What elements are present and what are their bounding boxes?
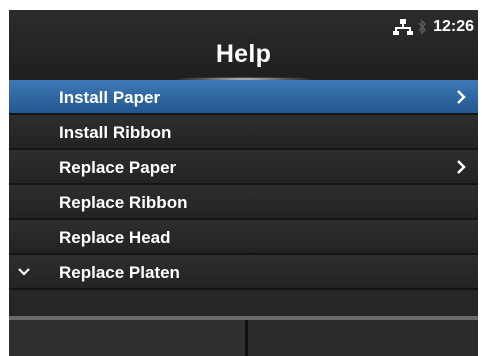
right-soft-key[interactable] <box>248 320 478 356</box>
chevron-right-icon <box>457 90 466 104</box>
network-icon <box>393 19 414 35</box>
menu-item-replace-paper[interactable]: Replace Paper <box>9 150 478 185</box>
menu-item-label: Replace Platen <box>59 263 180 282</box>
menu-item-replace-platen[interactable]: Replace Platen <box>9 255 478 290</box>
menu-item-install-paper[interactable]: Install Paper <box>9 80 478 115</box>
left-soft-key[interactable] <box>9 320 245 356</box>
menu-item-label: Replace Ribbon <box>59 193 188 212</box>
printer-screen: 12:26 Help Install Paper Install Ribbon … <box>9 10 478 356</box>
menu-item-label: Install Ribbon <box>59 123 172 142</box>
chevron-down-icon[interactable] <box>17 267 31 277</box>
menu-item-label: Replace Head <box>59 228 171 247</box>
menu-item-label: Install Paper <box>59 88 161 107</box>
status-area: 12:26 <box>393 16 474 38</box>
page-title: Help <box>215 40 272 68</box>
bluetooth-icon <box>418 19 427 35</box>
menu-item-replace-ribbon[interactable]: Replace Ribbon <box>9 185 478 220</box>
header-bar: 12:26 Help <box>9 10 478 81</box>
clock-time: 12:26 <box>433 18 474 35</box>
menu-item-label: Replace Paper <box>59 158 177 177</box>
help-menu-list: Install Paper Install Ribbon Replace Pap… <box>9 80 478 290</box>
soft-key-bar <box>9 316 478 356</box>
menu-item-install-ribbon[interactable]: Install Ribbon <box>9 115 478 150</box>
menu-item-replace-head[interactable]: Replace Head <box>9 220 478 255</box>
chevron-right-icon <box>457 160 466 174</box>
